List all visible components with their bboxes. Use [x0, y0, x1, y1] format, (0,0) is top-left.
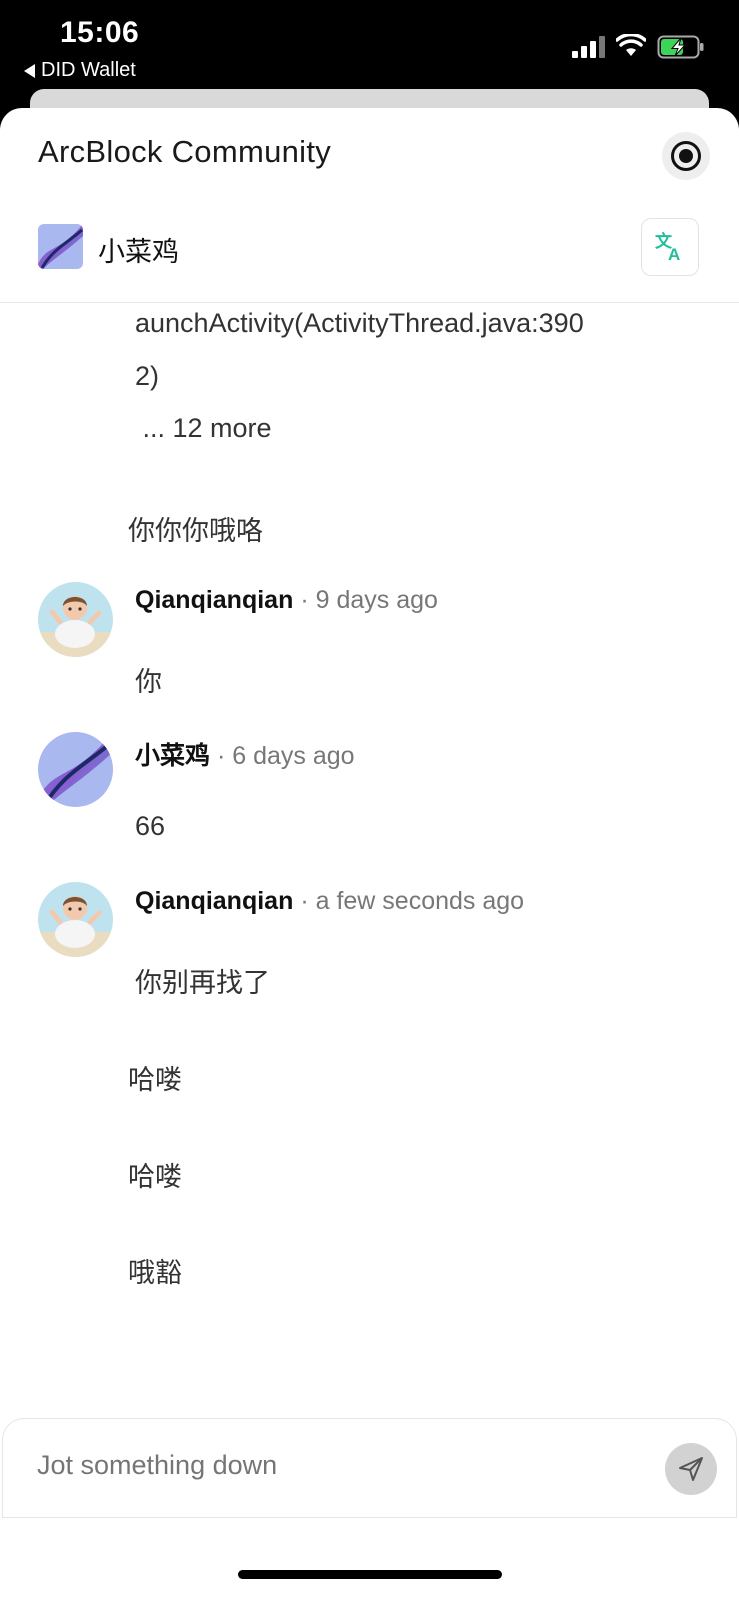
thread-user-name[interactable]: 小菜鸡: [98, 230, 179, 269]
message-text-line: ... 12 more: [135, 413, 272, 443]
message-timestamp: a few seconds ago: [315, 887, 525, 915]
battery-charging-icon: [657, 35, 704, 59]
avatar[interactable]: [38, 582, 113, 657]
send-button[interactable]: [665, 1443, 717, 1495]
message-text: 哦豁: [128, 1258, 182, 1288]
thread-user-avatar[interactable]: [38, 224, 83, 269]
message-text: 哈喽: [128, 1162, 182, 1192]
message-author[interactable]: Qianqianqian: [135, 586, 293, 614]
message-author[interactable]: Qianqianqian: [135, 887, 293, 915]
back-triangle-icon: [24, 63, 35, 78]
community-sheet: ArcBlock Community 小菜鸡 文 A aunchActivity…: [0, 108, 739, 1600]
svg-text:A: A: [668, 245, 680, 263]
wifi-icon: [616, 34, 646, 56]
status-time: 15:06: [60, 16, 140, 49]
message-meta: 小菜鸡 · 6 days ago: [135, 736, 355, 772]
message-author[interactable]: 小菜鸡: [135, 742, 210, 770]
send-icon: [679, 1457, 703, 1481]
meta-separator: ·: [300, 887, 309, 915]
message-text-line: aunchActivity(ActivityThread.java:390: [135, 308, 584, 338]
sheet-header: ArcBlock Community: [0, 108, 739, 198]
message-timestamp: 9 days ago: [315, 586, 438, 614]
message-timestamp: 6 days ago: [232, 742, 355, 770]
home-indicator: [238, 1570, 502, 1579]
message-text: 你: [135, 667, 162, 697]
message-text: 你别再找了: [135, 968, 270, 998]
translate-icon: 文 A: [655, 231, 680, 263]
back-app-label: DID Wallet: [41, 59, 136, 81]
message-input[interactable]: [35, 1449, 619, 1482]
record-icon: [671, 141, 701, 171]
back-to-app-link[interactable]: DID Wallet: [24, 59, 136, 82]
meta-separator: ·: [216, 742, 226, 770]
status-bar: 15:06 DID Wallet: [0, 0, 739, 100]
message-text: 你你你哦咯: [128, 516, 263, 546]
composer-box: [2, 1418, 737, 1518]
message-text-line: 2): [135, 361, 160, 391]
message-text: 66: [135, 811, 166, 841]
composer: [0, 1418, 739, 1600]
meta-separator: ·: [300, 586, 309, 614]
translate-button[interactable]: 文 A: [641, 218, 699, 276]
message-meta: Qianqianqian · a few seconds ago: [135, 887, 524, 916]
page-title: ArcBlock Community: [38, 134, 332, 169]
record-button[interactable]: [662, 132, 710, 180]
signal-icon: [572, 36, 605, 58]
avatar[interactable]: [38, 732, 113, 807]
avatar[interactable]: [38, 882, 113, 957]
message-meta: Qianqianqian · 9 days ago: [135, 586, 438, 615]
message-text: 哈喽: [128, 1065, 182, 1095]
